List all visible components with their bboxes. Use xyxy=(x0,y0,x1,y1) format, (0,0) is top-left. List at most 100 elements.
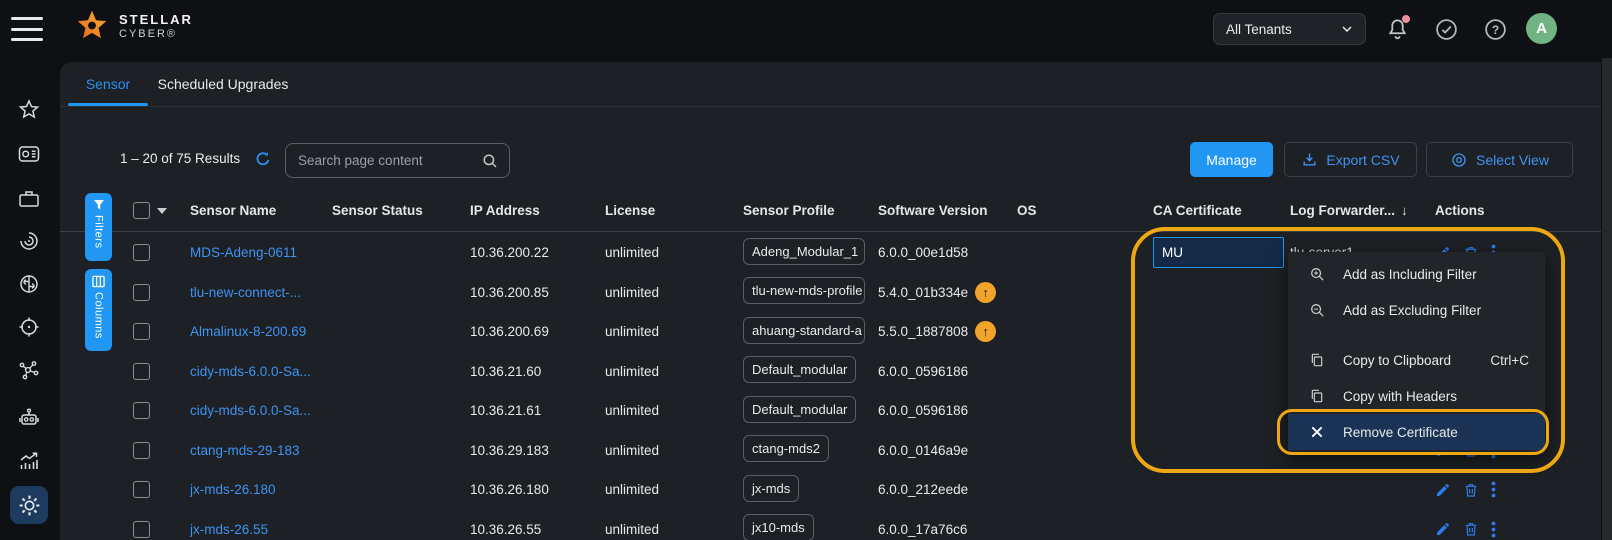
sensor-name-link[interactable]: jx-mds-26.55 xyxy=(190,522,332,537)
col-sensor-name[interactable]: Sensor Name xyxy=(190,203,332,218)
sensor-profile-chip: jx-mds xyxy=(743,475,799,502)
search-input[interactable] xyxy=(298,153,481,168)
software-version-cell: 6.0.0_0596186 xyxy=(878,364,968,379)
col-software-version[interactable]: Software Version xyxy=(878,203,1017,218)
context-menu-item-add-as-excluding-filter[interactable]: Add as Excluding Filter xyxy=(1288,292,1545,328)
top-bar: STELLAR CYBER® All Tenants ? A xyxy=(0,0,1612,58)
sidebar-item-threat-hunting[interactable] xyxy=(10,222,48,260)
software-version-cell: 6.0.0_212eede xyxy=(878,482,968,497)
row-checkbox[interactable] xyxy=(133,323,150,340)
col-log-forwarder[interactable]: Log Forwarder...↓ xyxy=(1290,203,1435,218)
tab-sensor[interactable]: Sensor xyxy=(68,62,148,106)
license-cell: unlimited xyxy=(605,522,743,537)
logo-text-line1: STELLAR xyxy=(119,13,193,28)
col-sensor-profile[interactable]: Sensor Profile xyxy=(743,203,878,218)
context-menu-item-copy-to-clipboard[interactable]: Copy to Clipboard Ctrl+C xyxy=(1288,342,1545,378)
sidebar-item-favorites[interactable] xyxy=(10,91,48,129)
spiral-icon xyxy=(17,229,41,253)
briefcase-icon xyxy=(17,187,41,211)
zoom-out-icon xyxy=(1308,302,1326,319)
edit-icon[interactable] xyxy=(1435,482,1451,498)
select-dropdown-caret-icon[interactable] xyxy=(157,208,167,214)
table-row: jx-mds-26.180 10.36.26.180 unlimited jx-… xyxy=(60,470,1601,510)
context-menu-item-remove-certificate[interactable]: Remove Certificate xyxy=(1288,414,1545,450)
sidebar-item-ai-investigate[interactable] xyxy=(10,265,48,303)
col-license[interactable]: License xyxy=(605,203,743,218)
user-avatar[interactable]: A xyxy=(1526,13,1557,44)
sensor-name-link[interactable]: jx-mds-26.180 xyxy=(190,482,332,497)
upgrade-available-icon[interactable]: ↑ xyxy=(975,282,996,303)
vertical-scrollbar[interactable] xyxy=(1602,58,1612,540)
col-sensor-status[interactable]: Sensor Status xyxy=(332,203,470,218)
license-cell: unlimited xyxy=(605,443,743,458)
row-checkbox[interactable] xyxy=(133,521,150,538)
toolbar: 1 – 20 of 75 Results Manage Export CSV S… xyxy=(60,140,1601,182)
notifications-bell-icon[interactable] xyxy=(1385,17,1410,42)
tenant-selector[interactable]: All Tenants xyxy=(1213,13,1366,45)
col-os[interactable]: OS xyxy=(1017,203,1153,218)
manage-button[interactable]: Manage xyxy=(1190,142,1273,177)
sidebar-item-detections[interactable] xyxy=(10,308,48,346)
delete-icon[interactable] xyxy=(1463,482,1479,498)
sensor-name-link[interactable]: cidy-mds-6.0.0-Sa... xyxy=(190,403,332,418)
hamburger-menu-icon[interactable] xyxy=(11,17,43,41)
columns-button[interactable]: Columns xyxy=(85,269,112,351)
sensor-profile-chip: Adeng_Modular_1 xyxy=(743,238,865,265)
edit-icon[interactable] xyxy=(1435,521,1451,537)
col-actions[interactable]: Actions xyxy=(1435,203,1601,218)
row-checkbox[interactable] xyxy=(133,481,150,498)
sensor-name-link[interactable]: Almalinux-8-200.69 xyxy=(190,324,332,339)
row-checkbox[interactable] xyxy=(133,244,150,261)
sidebar-item-settings[interactable] xyxy=(10,486,48,524)
more-actions-icon[interactable] xyxy=(1491,481,1496,498)
sensor-profile-chip: Default_modular xyxy=(743,356,856,383)
license-cell: unlimited xyxy=(605,245,743,260)
ip-address-cell: 10.36.29.183 xyxy=(470,443,605,458)
search-icon[interactable] xyxy=(481,152,499,170)
ip-address-cell: 10.36.26.180 xyxy=(470,482,605,497)
col-ip-address[interactable]: IP Address xyxy=(470,203,605,218)
tasks-check-icon[interactable] xyxy=(1434,17,1459,42)
row-checkbox[interactable] xyxy=(133,363,150,380)
sort-desc-icon[interactable]: ↓ xyxy=(1401,203,1408,218)
tenant-selector-value: All Tenants xyxy=(1226,22,1339,37)
sensor-name-link[interactable]: ctang-mds-29-183 xyxy=(190,443,332,458)
copy-icon xyxy=(1308,352,1326,368)
select-view-button[interactable]: Select View xyxy=(1426,142,1573,177)
software-version-cell: 6.0.0_17a76c6 xyxy=(878,522,967,537)
row-checkbox[interactable] xyxy=(133,284,150,301)
select-all-checkbox[interactable] xyxy=(133,202,150,219)
sidebar-item-reports[interactable] xyxy=(10,442,48,480)
sidebar-item-correlations[interactable] xyxy=(10,351,48,389)
delete-icon[interactable] xyxy=(1463,521,1479,537)
zoom-in-icon xyxy=(1308,266,1326,283)
sidebar-item-automation[interactable] xyxy=(10,398,48,436)
sensor-name-link[interactable]: tlu-new-connect-... xyxy=(190,285,332,300)
sidebar-item-cases[interactable] xyxy=(10,180,48,218)
refresh-icon[interactable] xyxy=(253,149,273,169)
context-menu-divider xyxy=(1288,328,1545,342)
filters-button[interactable]: Filters xyxy=(85,193,112,261)
upgrade-available-icon[interactable]: ↑ xyxy=(975,321,996,342)
sidebar-item-dashboard[interactable] xyxy=(10,135,48,173)
results-count: 1 – 20 of 75 Results xyxy=(120,151,240,166)
table-header: Sensor Name Sensor Status IP Address Lic… xyxy=(60,190,1601,232)
row-checkbox[interactable] xyxy=(133,442,150,459)
sensor-name-link[interactable]: MDS-Adeng-0611 xyxy=(190,245,332,260)
context-menu-item-add-as-including-filter[interactable]: Add as Including Filter xyxy=(1288,256,1545,292)
sensor-name-link[interactable]: cidy-mds-6.0.0-Sa... xyxy=(190,364,332,379)
help-icon[interactable]: ? xyxy=(1483,17,1508,42)
ip-address-cell: 10.36.200.69 xyxy=(470,324,605,339)
license-cell: unlimited xyxy=(605,364,743,379)
software-version-cell: 5.4.0_01b334e xyxy=(878,285,968,300)
context-menu-item-copy-with-headers[interactable]: Copy with Headers xyxy=(1288,378,1545,414)
col-ca-certificate[interactable]: CA Certificate xyxy=(1153,203,1290,218)
sensor-profile-chip: ctang-mds2 xyxy=(743,435,829,462)
crosshair-icon xyxy=(17,315,41,339)
row-checkbox[interactable] xyxy=(133,402,150,419)
tab-scheduled-upgrades[interactable]: Scheduled Upgrades xyxy=(155,62,291,106)
more-actions-icon[interactable] xyxy=(1491,521,1496,538)
export-csv-button[interactable]: Export CSV xyxy=(1284,142,1417,177)
table-row: jx-mds-26.55 10.36.26.55 unlimited jx10-… xyxy=(60,510,1601,540)
ca-certificate-input[interactable] xyxy=(1153,237,1284,268)
